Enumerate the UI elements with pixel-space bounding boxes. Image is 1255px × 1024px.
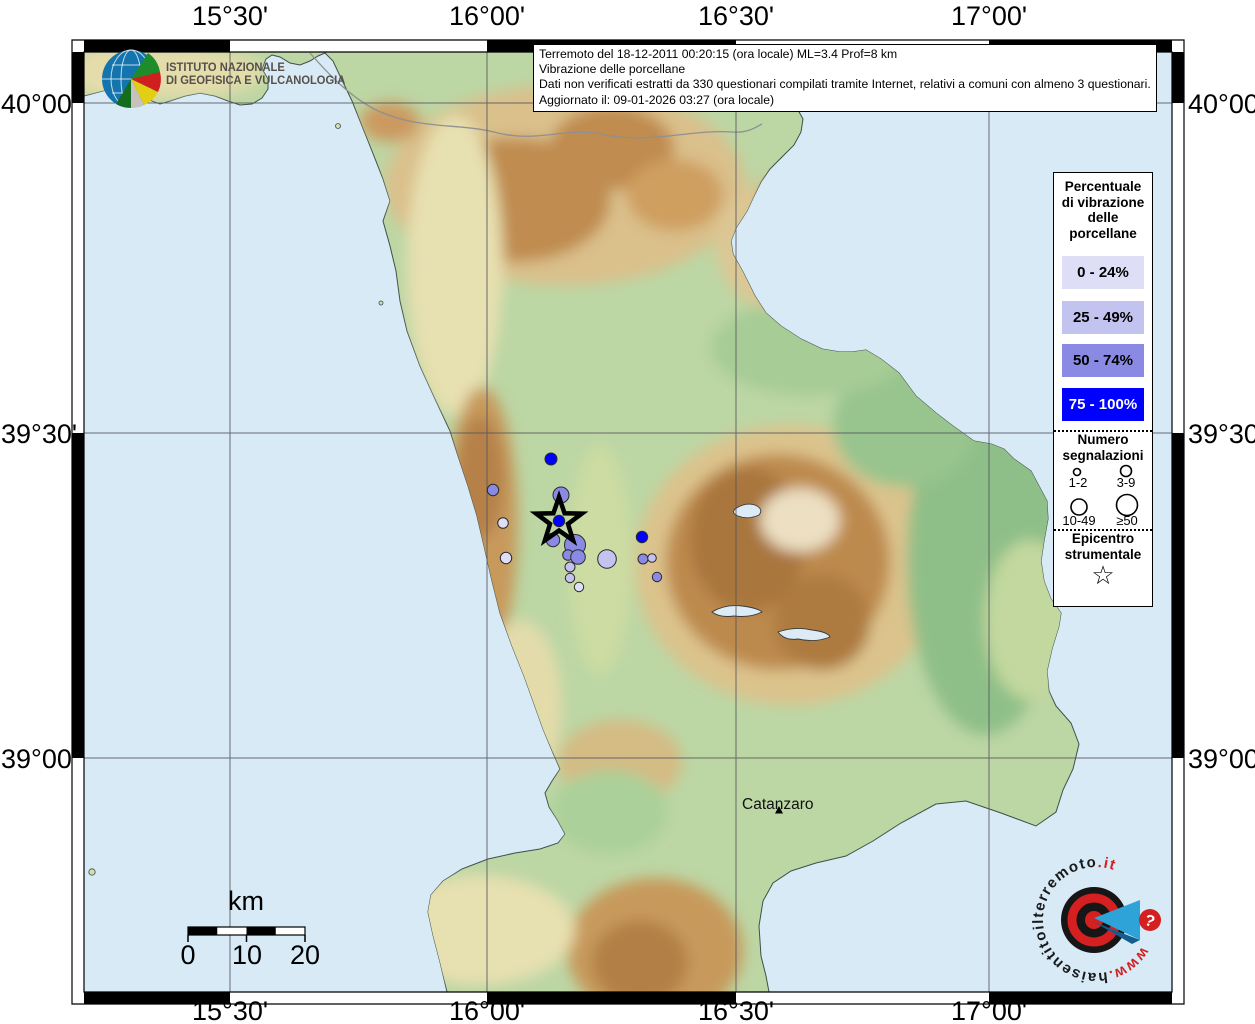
felt-report-point — [553, 515, 564, 526]
legend-count-3-9: 3-9 — [1104, 475, 1148, 490]
scale-tick-0: 0 — [158, 940, 218, 971]
axis-label-bottom-1600: 16°00' — [427, 996, 547, 1024]
axis-label-top-1630: 16°30' — [676, 1, 796, 32]
axis-label-right-4000: 40°00' — [1188, 89, 1255, 120]
islet — [89, 869, 95, 875]
legend-count-title: Numero segnalazioni — [1054, 432, 1152, 463]
event-title-line: Terremoto del 18-12-2011 00:20:15 (ora l… — [539, 47, 1151, 62]
axis-label-bottom-1530: 15°30' — [170, 996, 290, 1024]
felt-report-point — [565, 562, 575, 572]
felt-report-point — [636, 531, 647, 542]
felt-report-point — [571, 550, 586, 565]
axis-label-bottom-1700: 17°00' — [929, 996, 1049, 1024]
axis-label-bottom-1630: 16°30' — [676, 996, 796, 1024]
axis-label-left-3930: 39°30' — [1, 419, 67, 450]
scale-unit-label: km — [201, 886, 291, 917]
islet — [336, 124, 341, 129]
legend-class-0-24: 0 - 24% — [1062, 256, 1144, 289]
event-data-line: Dati non verificati estratti da 330 ques… — [539, 77, 1151, 92]
axis-label-left-4000: 40°00' — [1, 89, 67, 120]
ingv-logo-icon — [100, 48, 164, 112]
axis-label-right-3900: 39°00' — [1188, 744, 1255, 775]
epicenter-star-icon: ☆ — [1054, 562, 1152, 588]
legend-class-25-49: 25 - 49% — [1062, 301, 1144, 334]
legend-panel: Percentuale di vibrazione delle porcella… — [1053, 172, 1153, 607]
axis-label-top-1600: 16°00' — [427, 1, 547, 32]
felt-report-point — [487, 484, 498, 495]
legend-class-50-74: 50 - 74% — [1062, 344, 1144, 377]
felt-report-point — [545, 453, 557, 465]
scale-tick-20: 20 — [275, 940, 335, 971]
axis-label-right-3930: 39°30' — [1188, 419, 1255, 450]
screenshot-canvas: 15°30' 16°00' 16°30' 17°00' 15°30' 16°00… — [0, 0, 1255, 1024]
legend-class-75-100: 75 - 100% — [1062, 388, 1144, 421]
felt-report-point — [598, 550, 617, 569]
islet — [379, 301, 383, 305]
felt-report-point — [565, 573, 574, 582]
felt-report-point — [648, 554, 657, 563]
event-info-box: Terremoto del 18-12-2011 00:20:15 (ora l… — [533, 44, 1157, 112]
axis-label-top-1530: 15°30' — [170, 1, 290, 32]
ingv-logo-text: ISTITUTO NAZIONALE DI GEOFISICA E VULCAN… — [166, 62, 345, 88]
felt-report-point — [652, 572, 661, 581]
city-label-catanzaro: Catanzaro — [742, 796, 814, 814]
legend-epicenter-title: Epicentro strumentale — [1054, 531, 1152, 562]
haisentito-logo-icon: ? www.haisentitoilterremoto.it — [1028, 852, 1164, 988]
legend-count-10-49: 10-49 — [1054, 513, 1104, 528]
felt-report-point — [638, 554, 648, 564]
felt-report-point — [500, 552, 511, 563]
legend-percent-title: Percentuale di vibrazione delle porcella… — [1054, 179, 1152, 241]
scale-tick-10: 10 — [217, 940, 277, 971]
event-updated-line: Aggiornato il: 09-01-2026 03:27 (ora loc… — [539, 93, 1151, 108]
legend-count-50: ≥50 — [1104, 513, 1150, 528]
felt-report-point — [498, 518, 509, 529]
felt-report-point — [574, 582, 583, 591]
event-effect-line: Vibrazione delle porcellane — [539, 62, 1151, 77]
legend-count-1-2: 1-2 — [1056, 475, 1100, 490]
axis-label-top-1700: 17°00' — [929, 1, 1049, 32]
axis-label-left-3900: 39°00' — [1, 744, 67, 775]
